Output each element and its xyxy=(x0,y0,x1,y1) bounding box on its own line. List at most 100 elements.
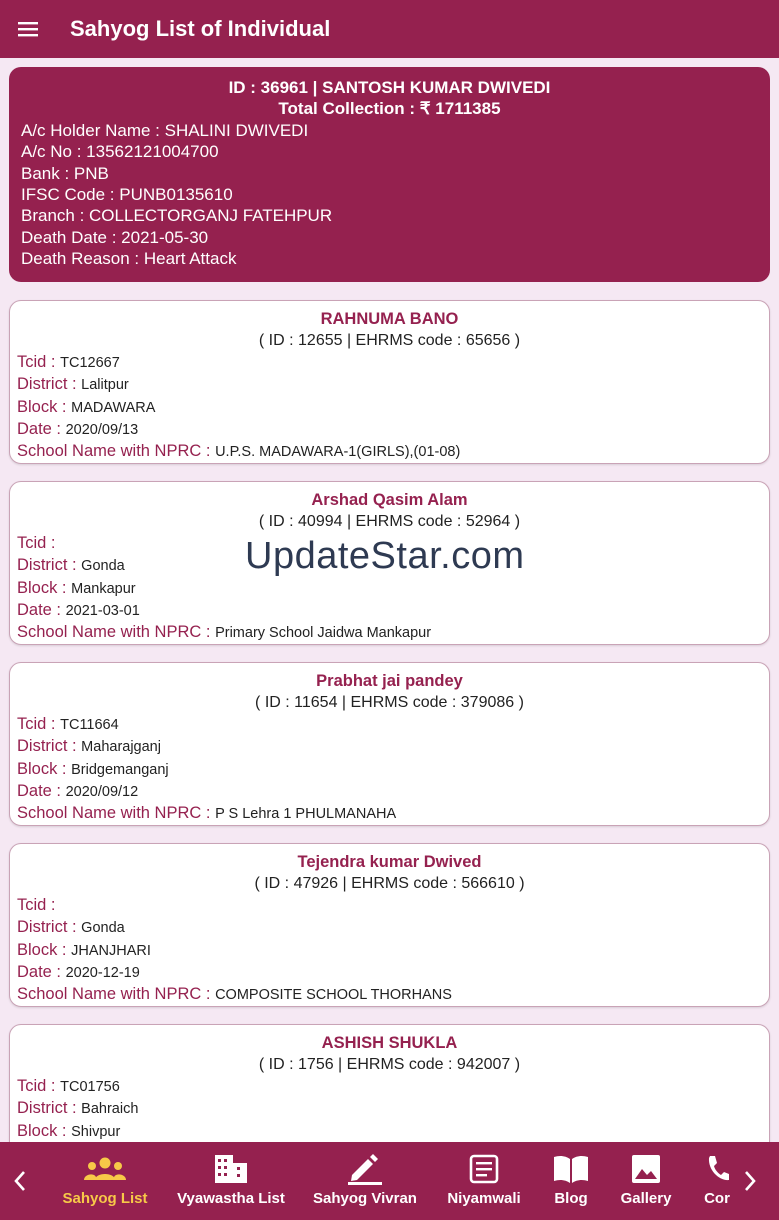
individual-card[interactable]: RAHNUMA BANO ( ID : 12655 | EHRMS code :… xyxy=(9,300,770,464)
summary-id-line: ID : 36961 | SANTOSH KUMAR DWIVEDI xyxy=(228,78,551,97)
district-value: Lalitpur xyxy=(81,377,129,394)
nav-gallery[interactable]: Gallery xyxy=(615,1152,677,1214)
block-value: Mankapur xyxy=(71,580,136,597)
district-row: District : Gonda xyxy=(17,555,762,577)
individual-ids: ( ID : 12655 | EHRMS code : 65656 ) xyxy=(258,332,521,350)
district-label: District : xyxy=(17,918,82,937)
total-collection: Total Collection : ₹ 1711385 xyxy=(278,99,501,119)
district-label: District : xyxy=(17,1099,82,1118)
school-row: School Name with NPRC : COMPOSITE SCHOOL… xyxy=(17,984,762,1006)
district-label: District : xyxy=(17,556,82,575)
date-value: 2020/09/12 xyxy=(65,784,139,801)
tcid-row: Tcid : TC12667 xyxy=(17,352,762,374)
tcid-label: Tcid : xyxy=(17,533,56,552)
individual-card[interactable]: Prabhat jai pandey ( ID : 11654 | EHRMS … xyxy=(9,662,770,826)
tcid-row: Tcid : xyxy=(17,533,762,555)
individual-card[interactable]: Tejendra kumar Dwived ( ID : 47926 | EHR… xyxy=(9,843,770,1007)
death-reason: Death Reason : Heart Attack xyxy=(21,249,237,269)
individual-ids: ( ID : 40994 | EHRMS code : 52964 ) xyxy=(258,513,521,531)
block-value: Shivpur xyxy=(71,1123,121,1140)
bottom-navigation: Sahyog List Vyawastha List Sahyog Vivran… xyxy=(0,1142,779,1220)
tcid-label: Tcid : xyxy=(17,352,61,371)
tcid-label: Tcid : xyxy=(17,1076,61,1095)
block-row: Block : JHANJHARI xyxy=(17,940,762,962)
individual-ids: ( ID : 11654 | EHRMS code : 379086 ) xyxy=(255,694,524,712)
block-value: Bridgemanganj xyxy=(71,761,169,778)
school-value: COMPOSITE SCHOOL THORHANS xyxy=(215,987,452,1004)
nav-sahyog-vivran[interactable]: Sahyog Vivran xyxy=(309,1152,421,1214)
nav-vyawastha-list[interactable]: Vyawastha List xyxy=(172,1152,290,1214)
death-date: Death Date : 2021-05-30 xyxy=(21,227,209,247)
tcid-label: Tcid : xyxy=(17,714,61,733)
date-row: Date : 2020/09/13 xyxy=(17,419,762,441)
bank-name: Bank : PNB xyxy=(21,163,109,183)
group-icon xyxy=(84,1152,126,1186)
district-value: Gonda xyxy=(81,558,125,575)
summary-card: ID : 36961 | SANTOSH KUMAR DWIVEDI Total… xyxy=(9,67,770,282)
tcid-row: Tcid : TC11664 xyxy=(17,714,762,736)
district-value: Maharajganj xyxy=(81,739,161,756)
individual-ids: ( ID : 1756 | EHRMS code : 942007 ) xyxy=(258,1056,521,1074)
ifsc-code: IFSC Code : PUNB0135610 xyxy=(21,185,233,205)
school-label: School Name with NPRC : xyxy=(17,442,216,461)
nav-sahyog-list[interactable]: Sahyog List xyxy=(57,1152,153,1214)
district-row: District : Bahraich xyxy=(17,1098,762,1120)
nav-blog[interactable]: Blog xyxy=(545,1152,597,1214)
date-row: Date : 2021-03-01 xyxy=(17,600,762,622)
school-value: U.P.S. MADAWARA-1(GIRLS),(01-08) xyxy=(215,444,461,461)
district-row: District : Gonda xyxy=(17,917,762,939)
school-value: P S Lehra 1 PHULMANAHA xyxy=(215,806,397,823)
block-label: Block : xyxy=(17,397,72,416)
content-scroll[interactable]: ID : 36961 | SANTOSH KUMAR DWIVEDI Total… xyxy=(0,58,779,1142)
individual-card[interactable]: ASHISH SHUKLA ( ID : 1756 | EHRMS code :… xyxy=(9,1024,770,1142)
district-value: Gonda xyxy=(81,920,125,937)
date-label: Date : xyxy=(17,963,66,982)
phone-icon xyxy=(705,1152,729,1186)
individual-name: Tejendra kumar Dwived xyxy=(297,853,482,871)
page-title: Sahyog List of Individual xyxy=(70,16,331,41)
tcid-label: Tcid : xyxy=(17,895,56,914)
school-value: Primary School Jaidwa Mankapur xyxy=(215,625,432,642)
account-number: A/c No : 13562121004700 xyxy=(21,142,219,162)
school-label: School Name with NPRC : xyxy=(17,985,216,1004)
hamburger-menu-icon[interactable] xyxy=(0,0,56,58)
nav-contact[interactable]: Cor xyxy=(697,1152,737,1214)
tcid-value: TC01756 xyxy=(60,1078,120,1095)
individual-name: Prabhat jai pandey xyxy=(316,672,463,690)
block-row: Block : Bridgemanganj xyxy=(17,759,762,781)
block-row: Block : Shivpur xyxy=(17,1121,762,1142)
individual-name: ASHISH SHUKLA xyxy=(321,1034,458,1052)
date-value: 2021-03-01 xyxy=(65,603,140,620)
individual-name: RAHNUMA BANO xyxy=(320,310,459,328)
nav-niyamwali[interactable]: Niyamwali xyxy=(442,1152,526,1214)
school-label: School Name with NPRC : xyxy=(17,804,216,823)
account-holder: A/c Holder Name : SHALINI DWIVEDI xyxy=(21,120,309,140)
tcid-row: Tcid : xyxy=(17,895,762,917)
article-icon xyxy=(469,1152,499,1186)
block-label: Block : xyxy=(17,940,72,959)
tcid-value: TC11664 xyxy=(60,716,119,733)
nav-label: Blog xyxy=(554,1190,588,1207)
district-row: District : Maharajganj xyxy=(17,736,762,758)
block-value: JHANJHARI xyxy=(71,942,151,959)
book-icon xyxy=(553,1152,589,1186)
chevron-right-icon[interactable] xyxy=(735,1166,765,1196)
school-row: School Name with NPRC : Primary School J… xyxy=(17,622,762,644)
school-row: School Name with NPRC : P S Lehra 1 PHUL… xyxy=(17,803,762,825)
nav-label: Sahyog List xyxy=(62,1190,148,1207)
date-value: 2020-12-19 xyxy=(65,965,140,982)
chevron-left-icon[interactable] xyxy=(5,1166,35,1196)
nav-label: Gallery xyxy=(620,1190,672,1207)
district-label: District : xyxy=(17,737,82,756)
block-row: Block : Mankapur xyxy=(17,578,762,600)
building-icon xyxy=(214,1152,248,1186)
block-label: Block : xyxy=(17,578,72,597)
date-row: Date : 2020-12-19 xyxy=(17,962,762,984)
tcid-row: Tcid : TC01756 xyxy=(17,1076,762,1098)
nav-label: Sahyog Vivran xyxy=(313,1190,417,1207)
block-label: Block : xyxy=(17,1121,72,1140)
district-row: District : Lalitpur xyxy=(17,374,762,396)
district-label: District : xyxy=(17,375,82,394)
individual-card[interactable]: Arshad Qasim Alam ( ID : 40994 | EHRMS c… xyxy=(9,481,770,645)
date-label: Date : xyxy=(17,420,66,439)
